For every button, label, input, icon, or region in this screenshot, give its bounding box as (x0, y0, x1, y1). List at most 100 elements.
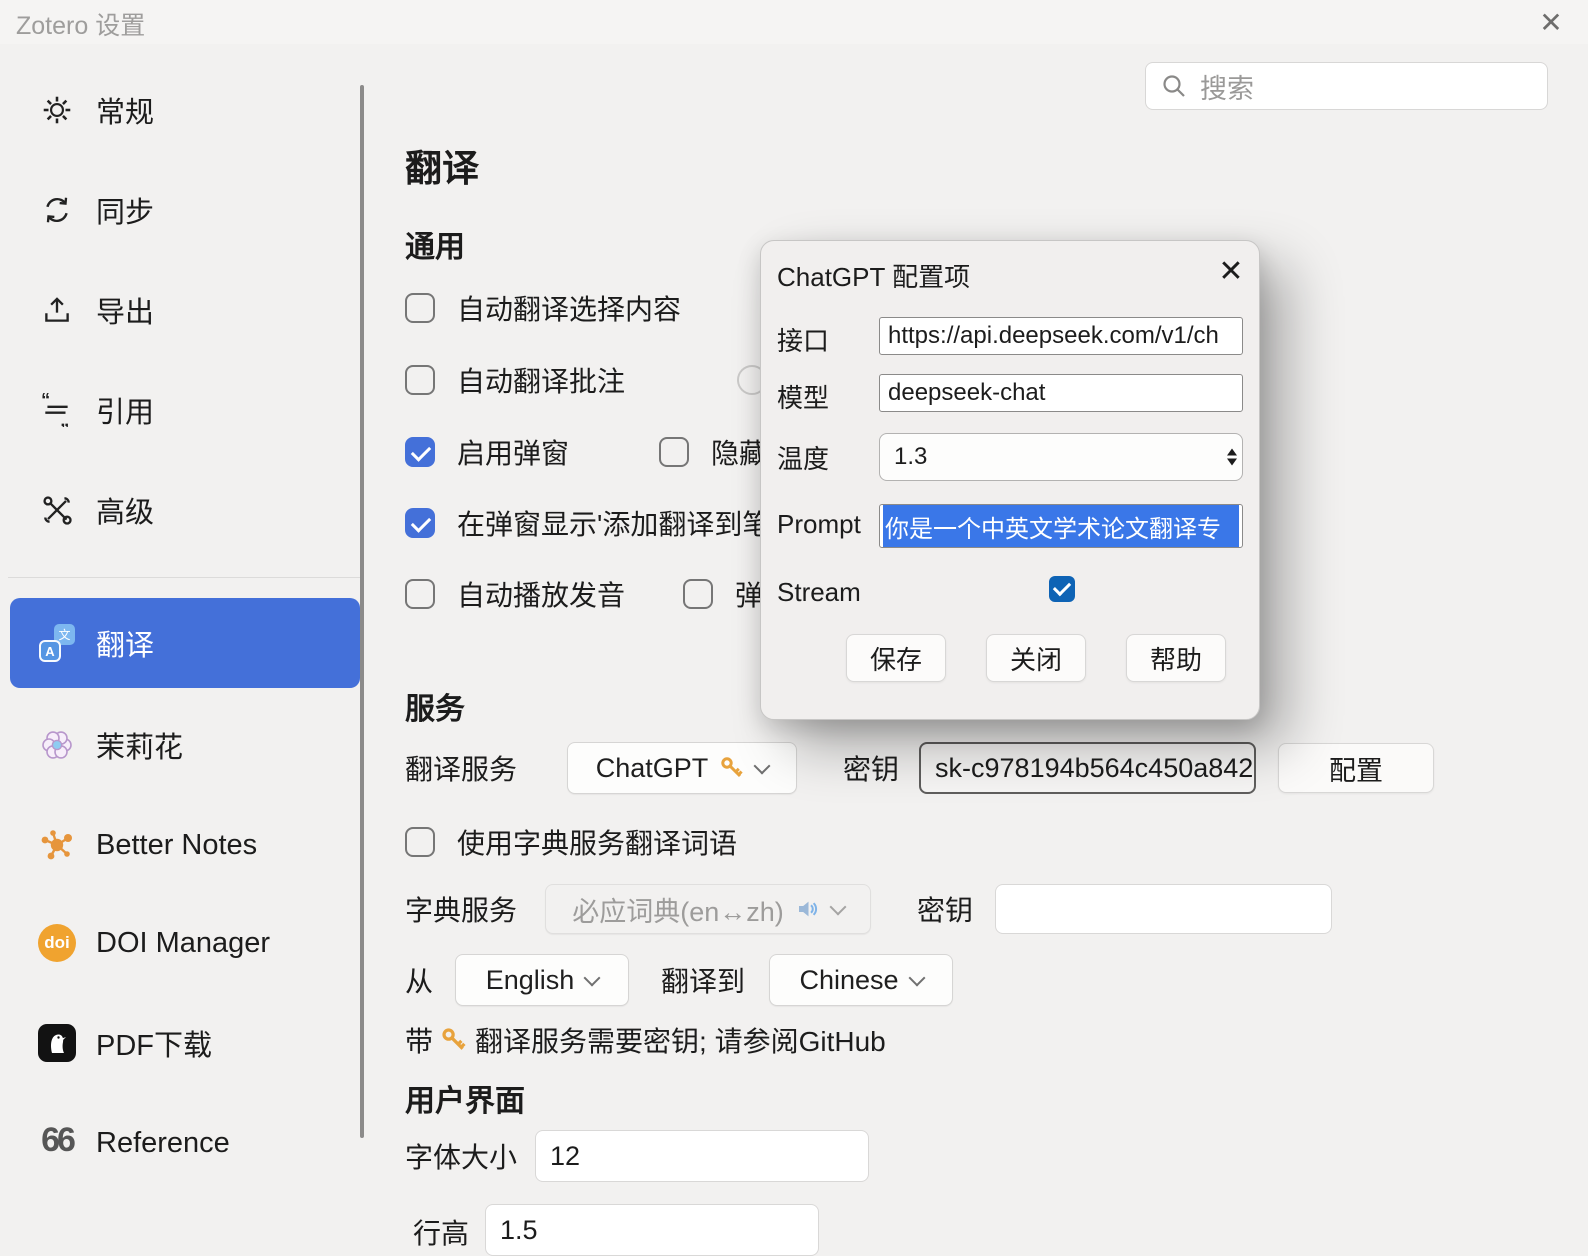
from-language-value: English (486, 965, 575, 996)
sidebar-item-advanced[interactable]: 高级 (10, 478, 360, 542)
config-button[interactable]: 配置 (1278, 743, 1434, 793)
sidebar-item-better-notes[interactable]: Better Notes (10, 813, 360, 877)
checkbox-label: 自动播放发音 (457, 574, 625, 614)
sidebar-item-label: Better Notes (96, 829, 257, 862)
sidebar-item-reference[interactable]: 66 Reference (10, 1111, 360, 1175)
sidebar-item-jasmine[interactable]: 茉莉花 (10, 713, 360, 777)
auto-translate-annotation-checkbox[interactable] (405, 365, 435, 395)
sidebar-item-translate[interactable]: 文 A 翻译 (10, 598, 360, 688)
api-input[interactable]: https://api.deepseek.com/v1/ch (879, 317, 1243, 355)
dict-service-label: 字典服务 (405, 889, 517, 929)
hide-popup-checkbox[interactable] (659, 437, 689, 467)
sidebar-item-export[interactable]: 导出 (10, 278, 360, 342)
search-placeholder: 搜索 (1200, 67, 1254, 106)
sidebar-scrollbar[interactable] (360, 85, 364, 1138)
spinner-down-icon[interactable] (1227, 459, 1237, 466)
sidebar-item-general[interactable]: 常规 (10, 78, 360, 142)
sidebar-item-doi-manager[interactable]: doi DOI Manager (10, 911, 360, 975)
config-button-label: 配置 (1329, 749, 1383, 788)
to-language-value: Chinese (800, 965, 899, 996)
dict-service-select[interactable]: 必应词典(en↔zh) (545, 884, 871, 934)
window-title: Zotero 设置 (16, 6, 145, 42)
key-icon (720, 756, 744, 780)
note-prefix: 带 (405, 1020, 433, 1060)
prompt-label: Prompt (777, 509, 861, 540)
window-close-icon[interactable]: ✕ (1531, 2, 1571, 42)
popup-add-note-checkbox[interactable] (405, 508, 435, 538)
spinner-up-icon[interactable] (1227, 449, 1237, 456)
line-height-row: 行高 1.5 (413, 1204, 819, 1256)
auto-play-pronunciation-checkbox[interactable] (405, 579, 435, 609)
api-value: https://api.deepseek.com/v1/ch (888, 322, 1219, 350)
svg-text:„: „ (60, 410, 69, 427)
secret-key-label: 密钥 (843, 748, 899, 788)
checkbox-row-popup-add-note: 在弹窗显示'添加翻译到笔记 (405, 503, 798, 543)
checkbox-row-auto-translate-selection: 自动翻译选择内容 (405, 288, 681, 328)
api-label: 接口 (777, 321, 829, 358)
secret-key-input[interactable]: sk-c978194b564c450a8426 (919, 742, 1256, 794)
page-title: 翻译 (405, 138, 479, 192)
model-input[interactable]: deepseek-chat (879, 374, 1243, 412)
chevron-down-icon (829, 898, 846, 915)
font-size-row: 字体大小 12 (405, 1130, 869, 1182)
checkbox-label: 自动翻译选择内容 (457, 288, 681, 328)
dict-service-row: 字典服务 必应词典(en↔zh) 密钥 (405, 884, 1332, 934)
sidebar-item-label: 翻译 (96, 622, 154, 664)
popup-mid-checkbox[interactable] (683, 579, 713, 609)
dialog-title: ChatGPT 配置项 (777, 257, 970, 294)
line-height-input[interactable]: 1.5 (485, 1204, 819, 1256)
search-icon (1160, 72, 1188, 100)
prompt-input[interactable]: 你是一个中英文学术论文翻译专 (879, 504, 1243, 548)
dict-secret-label: 密钥 (917, 889, 973, 929)
checkbox-label: 自动翻译批注 (457, 360, 625, 400)
translate-service-select[interactable]: ChatGPT (567, 742, 797, 794)
sidebar-item-label: Reference (96, 1127, 230, 1160)
number-spinner[interactable] (1227, 449, 1237, 466)
export-icon (38, 291, 76, 329)
translate-icon: 文 A (38, 624, 76, 662)
save-button-label: 保存 (870, 640, 922, 677)
auto-translate-selection-checkbox[interactable] (405, 293, 435, 323)
checkbox-label: 启用弹窗 (457, 432, 569, 472)
stream-label: Stream (777, 577, 861, 608)
chevron-down-icon (908, 969, 925, 986)
line-height-label: 行高 (413, 1212, 469, 1252)
sidebar-item-label: 引用 (96, 389, 154, 431)
sidebar-item-label: 同步 (96, 189, 154, 231)
help-button[interactable]: 帮助 (1126, 634, 1226, 682)
molecule-icon (38, 826, 76, 864)
penguin-icon (38, 1024, 76, 1062)
chatgpt-config-dialog: ChatGPT 配置项 ✕ 接口 https://api.deepseek.co… (760, 240, 1260, 720)
search-input[interactable]: 搜索 (1145, 62, 1548, 110)
note-text: 翻译服务需要密钥; 请参阅GitHub (475, 1020, 886, 1060)
save-button[interactable]: 保存 (846, 634, 946, 682)
flower-icon (38, 726, 76, 764)
title-bar (0, 0, 1588, 44)
chevron-down-icon (754, 757, 771, 774)
temperature-input[interactable]: 1.3 (879, 433, 1243, 481)
section-ui-heading: 用户界面 (405, 1076, 525, 1120)
font-size-value: 12 (550, 1141, 580, 1172)
model-value: deepseek-chat (888, 379, 1045, 407)
close-button[interactable]: 关闭 (986, 634, 1086, 682)
from-language-select[interactable]: English (455, 954, 629, 1006)
sidebar-item-pdf-download[interactable]: PDF下载 (10, 1011, 360, 1075)
checkbox-label: 使用字典服务翻译词语 (457, 822, 737, 862)
quote-icon: 66 (38, 1124, 76, 1162)
key-icon (441, 1027, 467, 1053)
chevron-down-icon (584, 969, 601, 986)
sidebar-item-label: 导出 (96, 289, 154, 331)
stream-checkbox[interactable] (1049, 576, 1075, 602)
dict-secret-input[interactable] (995, 884, 1332, 934)
enable-popup-checkbox[interactable] (405, 437, 435, 467)
language-row: 从 English 翻译到 Chinese (405, 954, 953, 1006)
zotero-settings-window: { "window": { "title": "Zotero 设置", "clo… (0, 0, 1588, 1244)
font-size-input[interactable]: 12 (535, 1130, 869, 1182)
sidebar-item-sync[interactable]: 同步 (10, 178, 360, 242)
use-dict-service-checkbox[interactable] (405, 827, 435, 857)
key-note: 带 翻译服务需要密钥; 请参阅GitHub (405, 1020, 886, 1060)
sidebar-item-cite[interactable]: “ „ 引用 (10, 378, 360, 442)
dialog-close-icon[interactable]: ✕ (1213, 253, 1249, 289)
to-language-select[interactable]: Chinese (769, 954, 953, 1006)
font-size-label: 字体大小 (405, 1136, 517, 1176)
